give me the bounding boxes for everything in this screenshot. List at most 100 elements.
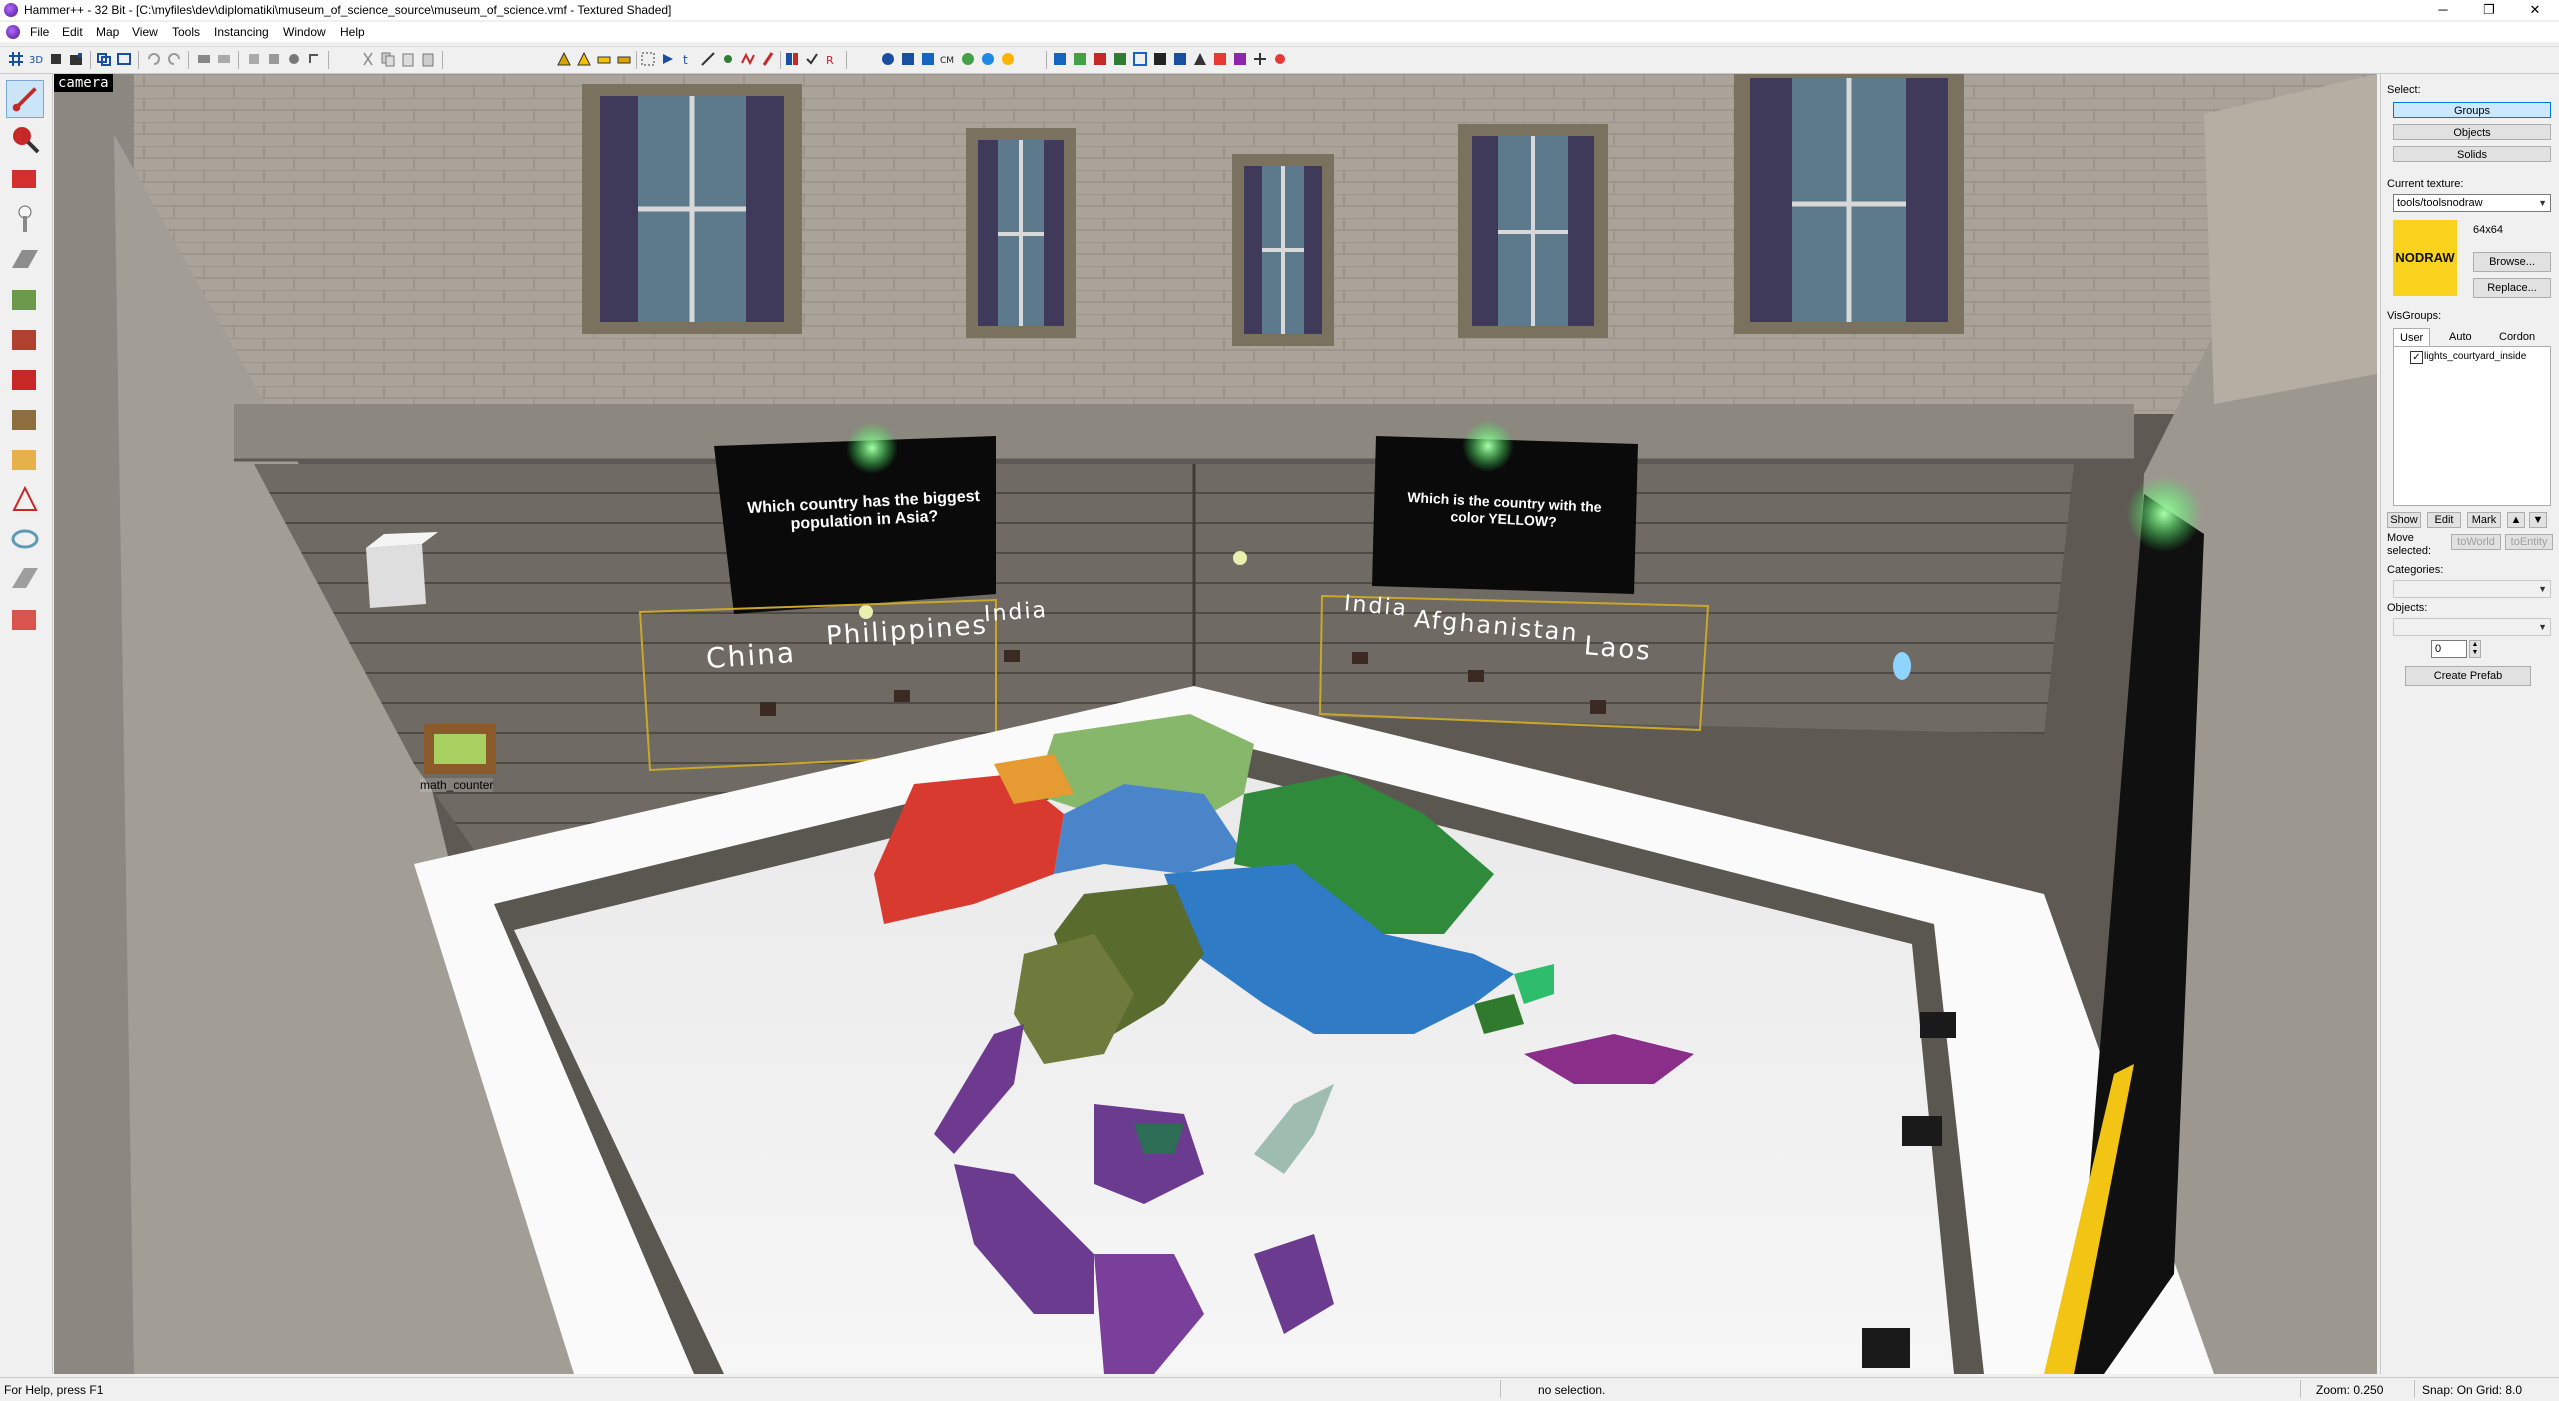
copy-icon[interactable] bbox=[380, 51, 396, 67]
view-3d-icon[interactable] bbox=[1072, 51, 1088, 67]
menu-window[interactable]: Window bbox=[283, 25, 326, 39]
run-map-icon[interactable] bbox=[1000, 51, 1016, 67]
view-flat-icon[interactable] bbox=[1112, 51, 1128, 67]
clipping-tool-icon[interactable] bbox=[6, 440, 44, 478]
view-last-icon[interactable] bbox=[1272, 51, 1288, 67]
tab-user[interactable]: User bbox=[2393, 328, 2431, 347]
view-textured-icon[interactable] bbox=[1092, 51, 1108, 67]
menu-instancing[interactable]: Instancing bbox=[214, 25, 269, 39]
selection-tool-icon[interactable] bbox=[6, 80, 44, 118]
paste-special-icon[interactable] bbox=[420, 51, 436, 67]
arrow-icon[interactable] bbox=[660, 51, 676, 67]
vertex-tool-icon[interactable] bbox=[6, 480, 44, 518]
toggle-icon[interactable] bbox=[286, 51, 302, 67]
view-logical-icon[interactable] bbox=[1212, 51, 1228, 67]
decal-icon[interactable] bbox=[760, 51, 776, 67]
to-world-button[interactable]: toWorld bbox=[2451, 534, 2501, 550]
block-tool-icon[interactable] bbox=[6, 240, 44, 278]
replace-button[interactable]: Replace... bbox=[2473, 278, 2551, 298]
document-icon[interactable] bbox=[6, 25, 20, 39]
visgroup-checkbox[interactable]: ✓ bbox=[2410, 351, 2423, 364]
rotate-icon[interactable] bbox=[306, 51, 322, 67]
overlay-icon[interactable] bbox=[740, 51, 756, 67]
toggle-helpers-icon[interactable] bbox=[920, 51, 936, 67]
spinner-icon[interactable]: ▲ ▼ bbox=[2469, 640, 2481, 658]
redo-icon[interactable] bbox=[166, 51, 182, 67]
decal-tool-icon[interactable] bbox=[6, 360, 44, 398]
view-2d-icon[interactable] bbox=[1052, 51, 1068, 67]
restore-button[interactable]: ❐ bbox=[2466, 0, 2512, 20]
grid-larger-icon[interactable] bbox=[68, 51, 84, 67]
menu-view[interactable]: View bbox=[132, 25, 158, 39]
minimize-button[interactable]: ─ bbox=[2420, 0, 2466, 20]
overlay-tool-icon[interactable] bbox=[6, 400, 44, 438]
close-button[interactable]: ✕ bbox=[2512, 0, 2558, 20]
view-more-icon[interactable] bbox=[1252, 51, 1268, 67]
objects-dropdown[interactable]: ▼ bbox=[2393, 618, 2551, 636]
paste-icon[interactable] bbox=[400, 51, 416, 67]
toggle-models-icon[interactable] bbox=[880, 51, 896, 67]
unhide-icon[interactable] bbox=[216, 51, 232, 67]
visgroup-item[interactable]: lights_courtyard_inside bbox=[2424, 351, 2526, 362]
snap-icon[interactable] bbox=[266, 51, 282, 67]
group-icon[interactable] bbox=[116, 51, 132, 67]
texture-lock-icon[interactable] bbox=[246, 51, 262, 67]
browse-button[interactable]: Browse... bbox=[2473, 252, 2551, 272]
select-solids-button[interactable]: Solids bbox=[2393, 146, 2551, 162]
view-wireframe-icon[interactable] bbox=[1132, 51, 1148, 67]
tab-auto[interactable]: Auto bbox=[2443, 328, 2478, 346]
hazard3-icon[interactable] bbox=[596, 51, 612, 67]
toggle-lighting-icon[interactable] bbox=[960, 51, 976, 67]
entity-label-math-counter[interactable]: math_counter bbox=[420, 778, 494, 792]
toggle-cubemaps-icon[interactable] bbox=[980, 51, 996, 67]
3d-grid-icon[interactable]: 3D bbox=[28, 51, 44, 67]
camera-tool-icon[interactable] bbox=[6, 160, 44, 198]
view-lighting-preview-icon[interactable] bbox=[1172, 51, 1188, 67]
toggle-grid-icon[interactable] bbox=[900, 51, 916, 67]
menu-edit[interactable]: Edit bbox=[62, 25, 83, 39]
select-groups-button[interactable]: Groups bbox=[2393, 102, 2551, 118]
sprinkle-tool-icon[interactable] bbox=[6, 600, 44, 638]
clip-icon[interactable] bbox=[700, 51, 716, 67]
grid-smaller-icon[interactable] bbox=[48, 51, 64, 67]
edit-button[interactable]: Edit bbox=[2427, 512, 2461, 528]
arrow-down-icon[interactable]: ▼ bbox=[2529, 512, 2547, 528]
carve-icon[interactable] bbox=[96, 51, 112, 67]
menu-tools[interactable]: Tools bbox=[172, 25, 200, 39]
apply-texture-icon[interactable] bbox=[6, 320, 44, 358]
map-info-icon[interactable]: R bbox=[824, 51, 840, 67]
entity-tool-icon[interactable] bbox=[6, 200, 44, 238]
hazard4-icon[interactable] bbox=[616, 51, 632, 67]
view-extra-icon[interactable] bbox=[1232, 51, 1248, 67]
camera-viewport[interactable]: camera Which country has the biggest pop… bbox=[54, 74, 2377, 1374]
view-entities-icon[interactable] bbox=[1192, 51, 1208, 67]
tab-cordon[interactable]: Cordon bbox=[2493, 328, 2541, 346]
view-lightmap-icon[interactable] bbox=[1152, 51, 1168, 67]
hazard-icon[interactable] bbox=[556, 51, 572, 67]
show-button[interactable]: Show bbox=[2387, 512, 2421, 528]
grid-toggle-icon[interactable] bbox=[8, 51, 24, 67]
objects-count-input[interactable]: 0 bbox=[2431, 640, 2467, 658]
cut-icon[interactable] bbox=[360, 51, 376, 67]
hide-icon[interactable] bbox=[196, 51, 212, 67]
entity-report-icon[interactable] bbox=[784, 51, 800, 67]
vertex-icon[interactable] bbox=[720, 51, 736, 67]
select-objects-button[interactable]: Objects bbox=[2393, 124, 2551, 140]
texture-dropdown[interactable]: tools/toolsnodraw ▼ bbox=[2393, 194, 2551, 212]
check-problems-icon[interactable] bbox=[804, 51, 820, 67]
categories-dropdown[interactable]: ▼ bbox=[2393, 580, 2551, 598]
text-icon[interactable]: t bbox=[680, 51, 696, 67]
menu-file[interactable]: File bbox=[30, 25, 49, 39]
to-entity-button[interactable]: toEntity bbox=[2505, 534, 2553, 550]
hazard2-icon[interactable] bbox=[576, 51, 592, 67]
texture-tool-icon[interactable] bbox=[6, 280, 44, 318]
menu-map[interactable]: Map bbox=[96, 25, 119, 39]
create-prefab-button[interactable]: Create Prefab bbox=[2405, 666, 2531, 686]
select-icon[interactable] bbox=[640, 51, 656, 67]
mark-button[interactable]: Mark bbox=[2467, 512, 2501, 528]
undo-icon[interactable] bbox=[146, 51, 162, 67]
arrow-up-icon[interactable]: ▲ bbox=[2507, 512, 2525, 528]
cordon-tool-icon[interactable] bbox=[6, 560, 44, 598]
magnify-tool-icon[interactable] bbox=[6, 120, 44, 158]
path-tool-icon[interactable] bbox=[6, 520, 44, 558]
